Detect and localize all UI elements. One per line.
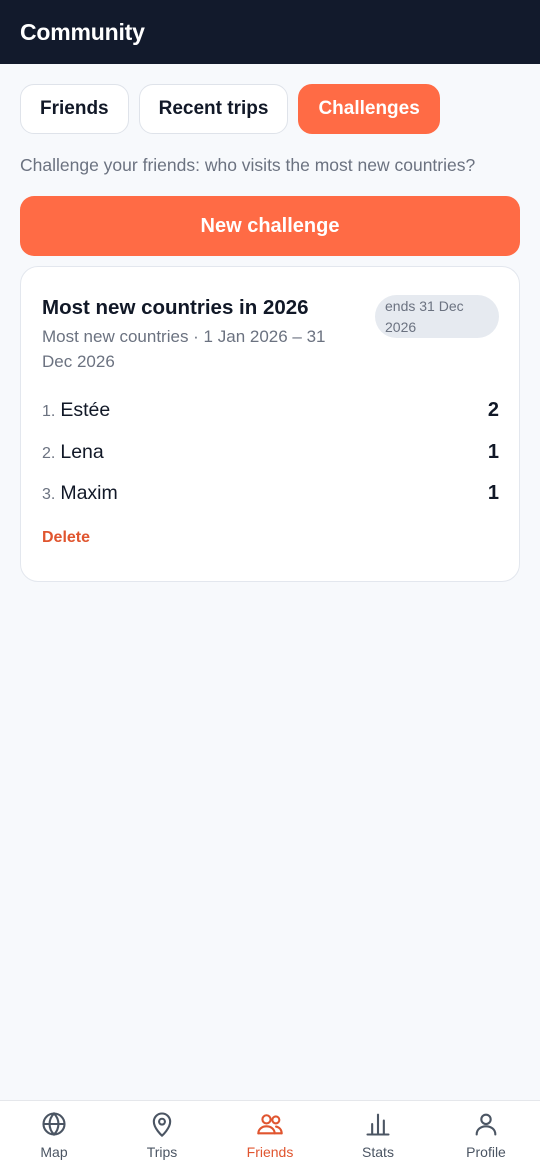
nav-label: Stats (362, 1144, 394, 1160)
users-icon (257, 1114, 283, 1135)
community-tabs: Friends Recent trips Challenges (20, 84, 440, 134)
nav-map[interactable]: Map (0, 1101, 108, 1170)
leaderboard-row: 3. Maxim 1 (42, 473, 499, 515)
nav-stats[interactable]: Stats (324, 1101, 432, 1170)
delete-challenge-button[interactable]: Delete (42, 529, 90, 547)
rank-position: 1. (42, 403, 56, 421)
leaderboard-row: 1. Estée 2 (42, 390, 499, 432)
challenges-intro: Challenge your friends: who visits the m… (20, 155, 476, 175)
participant-name: Lena (60, 440, 104, 463)
nav-label: Profile (466, 1144, 506, 1160)
page-title: Community (20, 18, 145, 45)
end-date-badge: ends 31 Dec 2026 (375, 295, 499, 338)
participant-score: 1 (487, 482, 499, 505)
map-pin-icon (152, 1112, 172, 1137)
challenge-title: Most new countries in 2026 (42, 296, 309, 319)
app-header: Community (0, 0, 540, 64)
nav-friends[interactable]: Friends (216, 1101, 324, 1170)
nav-profile[interactable]: Profile (432, 1101, 540, 1170)
tab-friends[interactable]: Friends (20, 84, 129, 134)
new-challenge-button[interactable]: New challenge (20, 196, 520, 256)
participant-name: Estée (60, 399, 111, 422)
participant-score: 1 (487, 440, 499, 463)
leaderboard: 1. Estée 2 2. Lena 1 3. Maxim 1 (42, 390, 499, 515)
nav-label: Map (40, 1144, 68, 1160)
tab-challenges[interactable]: Challenges (298, 84, 440, 134)
bar-chart-icon (366, 1113, 390, 1136)
tab-recent-trips[interactable]: Recent trips (138, 84, 289, 134)
nav-label: Trips (146, 1144, 178, 1160)
globe-icon (42, 1112, 66, 1136)
participant-name: Maxim (60, 482, 118, 505)
nav-trips[interactable]: Trips (108, 1101, 216, 1170)
challenge-meta: Most new countries · 1 Jan 2026 – 31 Dec… (42, 327, 326, 371)
rank-position: 3. (42, 486, 56, 504)
bottom-navigation: Map Trips Friends Stats Profile (0, 1100, 540, 1170)
user-icon (475, 1113, 497, 1136)
rank-position: 2. (42, 444, 56, 462)
participant-score: 2 (487, 399, 499, 422)
challenge-card: Most new countries in 2026 Most new coun… (20, 266, 520, 582)
leaderboard-row: 2. Lena 1 (42, 432, 499, 474)
nav-label: Friends (246, 1144, 294, 1160)
